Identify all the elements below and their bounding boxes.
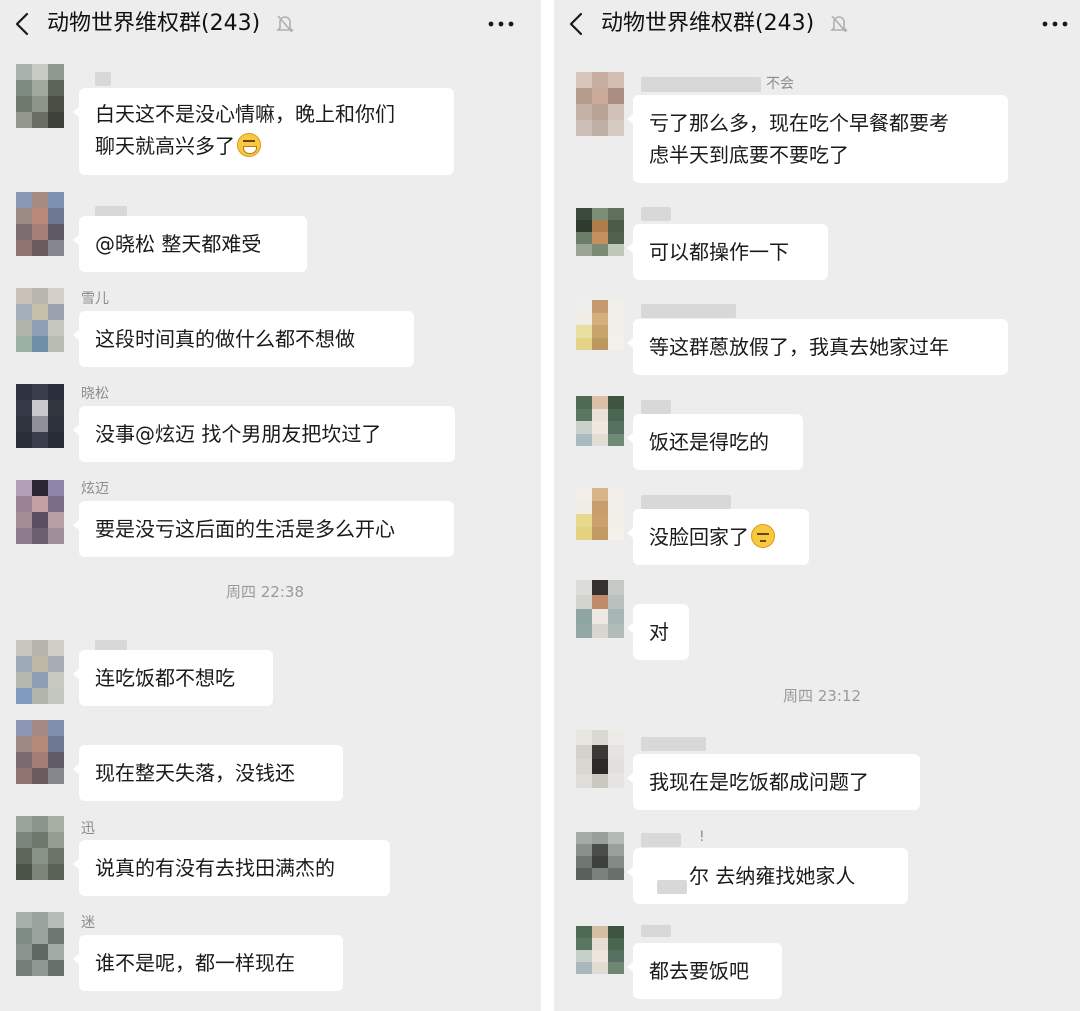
grinning-face-icon [237, 133, 261, 157]
mute-bell-icon [275, 13, 295, 35]
blurred-sender-name [641, 77, 761, 92]
avatar[interactable] [576, 396, 624, 446]
avatar[interactable] [576, 72, 624, 136]
message-text: 都去要饭吧 [649, 959, 749, 983]
message-text: 聊天就高兴多了 [95, 134, 235, 158]
sender-name: 炫迈 [81, 481, 109, 497]
avatar[interactable] [16, 384, 64, 448]
message-text: 没事@炫迈 找个男朋友把坎过了 [95, 422, 382, 446]
avatar[interactable] [576, 730, 624, 788]
avatar[interactable] [16, 64, 64, 128]
message-text: 尔 去纳雍找她家人 [689, 864, 856, 888]
avatar[interactable] [16, 720, 64, 784]
chat-title: 动物世界维权群(243) [601, 11, 815, 36]
avatar[interactable] [576, 208, 624, 256]
avatar[interactable] [16, 816, 64, 880]
message-bubble[interactable]: 我现在是吃饭都成问题了 [627, 754, 920, 810]
message-bubble[interactable]: 连吃饭都不想吃 [73, 650, 273, 706]
avatar[interactable] [576, 926, 624, 974]
sender-name: 雪儿 [81, 291, 109, 307]
blurred-sender-name [641, 207, 671, 221]
blurred-text [657, 880, 687, 894]
message-text: 说真的有没有去找田满杰的 [95, 856, 335, 880]
blurred-sender-name [641, 737, 706, 751]
message-bubble[interactable]: 饭还是得吃的 [627, 414, 803, 470]
chat-header: 动物世界维权群(243) [0, 0, 541, 50]
avatar[interactable] [16, 912, 64, 976]
blurred-sender-name [641, 925, 671, 937]
message-bubble[interactable]: 这段时间真的做什么都不想做 [73, 311, 414, 367]
message-bubble[interactable]: 现在整天失落，没钱还 [73, 745, 343, 801]
avatar[interactable] [16, 192, 64, 256]
message-text: 这段时间真的做什么都不想做 [95, 327, 355, 351]
blurred-sender-name [641, 400, 671, 414]
message-text: 饭还是得吃的 [649, 430, 769, 454]
blurred-sender-name [641, 833, 681, 847]
sender-name: 迅 [81, 821, 95, 837]
chat-header: 动物世界维权群(243) [554, 0, 1080, 50]
message-text: @晓松 整天都难受 [95, 232, 262, 256]
message-bubble[interactable]: 亏了那么多，现在吃个早餐都要考 虑半天到底要不要吃了 [627, 95, 1008, 183]
message-bubble[interactable]: 说真的有没有去找田满杰的 [73, 840, 390, 896]
avatar[interactable] [576, 488, 624, 540]
message-bubble[interactable]: 谁不是呢，都一样现在 [73, 935, 343, 991]
back-button[interactable] [8, 9, 36, 39]
message-bubble[interactable]: 尔 去纳雍找她家人 [627, 848, 908, 904]
message-text: 虑半天到底要不要吃了 [649, 143, 849, 167]
message-bubble[interactable]: @晓松 整天都难受 [73, 216, 307, 272]
screenshot-collage: 动物世界维权群(243) 白天这不是没心情嘛，晚上和你们 聊天就高兴多了 @晓松… [0, 0, 1080, 1011]
chevron-left-icon [569, 12, 583, 36]
more-dots-icon [1042, 21, 1068, 27]
message-bubble[interactable]: 没事@炫迈 找个男朋友把坎过了 [73, 406, 455, 462]
message-bubble[interactable]: 都去要饭吧 [627, 943, 782, 999]
message-bubble[interactable]: 白天这不是没心情嘛，晚上和你们 聊天就高兴多了 [73, 88, 454, 175]
sender-name: 迷 [81, 915, 95, 931]
message-text: 可以都操作一下 [649, 240, 789, 264]
sender-name: ! [699, 829, 705, 845]
message-bubble[interactable]: 可以都操作一下 [627, 224, 828, 280]
message-text: 等这群蒽放假了，我真去她家过年 [649, 335, 949, 359]
mute-bell-icon [829, 13, 849, 35]
chevron-left-icon [15, 12, 29, 36]
message-text: 现在整天失落，没钱还 [95, 761, 295, 785]
timestamp: 周四 23:12 [783, 687, 861, 705]
timestamp: 周四 22:38 [226, 583, 304, 601]
chat-screen-right: 动物世界维权群(243) 不会 亏了那么多，现在吃个早餐都要考 虑半天到底要不要… [554, 0, 1080, 1011]
chat-title: 动物世界维权群(243) [47, 11, 261, 36]
more-dots-icon [488, 21, 514, 27]
message-text: 白天这不是没心情嘛，晚上和你们 [95, 102, 395, 126]
panel-divider [541, 0, 554, 1011]
blurred-sender-name [95, 72, 111, 86]
more-options-button[interactable] [1040, 13, 1070, 35]
message-text: 要是没亏这后面的生活是多么开心 [95, 517, 395, 541]
message-text: 我现在是吃饭都成问题了 [649, 770, 869, 794]
blurred-sender-name [641, 304, 736, 318]
sender-name: 晓松 [81, 386, 109, 402]
avatar[interactable] [16, 288, 64, 352]
back-button[interactable] [562, 9, 590, 39]
more-options-button[interactable] [486, 13, 516, 35]
message-bubble[interactable]: 要是没亏这后面的生活是多么开心 [73, 501, 454, 557]
message-bubble[interactable]: 对 [627, 604, 689, 660]
chat-screen-left: 动物世界维权群(243) 白天这不是没心情嘛，晚上和你们 聊天就高兴多了 @晓松… [0, 0, 541, 1011]
avatar[interactable] [16, 640, 64, 704]
message-text: 谁不是呢，都一样现在 [95, 951, 295, 975]
avatar[interactable] [576, 580, 624, 638]
message-text: 连吃饭都不想吃 [95, 666, 235, 690]
message-text: 没脸回家了 [649, 525, 749, 549]
avatar[interactable] [576, 300, 624, 350]
blurred-sender-name [641, 495, 731, 509]
message-text: 亏了那么多，现在吃个早餐都要考 [649, 111, 949, 135]
sender-name: 不会 [766, 76, 794, 92]
pensive-face-icon [751, 524, 775, 548]
avatar[interactable] [16, 480, 64, 544]
avatar[interactable] [576, 832, 624, 880]
message-text: 对 [649, 620, 669, 644]
message-bubble[interactable]: 等这群蒽放假了，我真去她家过年 [627, 319, 1008, 375]
message-bubble[interactable]: 没脸回家了 [627, 509, 809, 565]
